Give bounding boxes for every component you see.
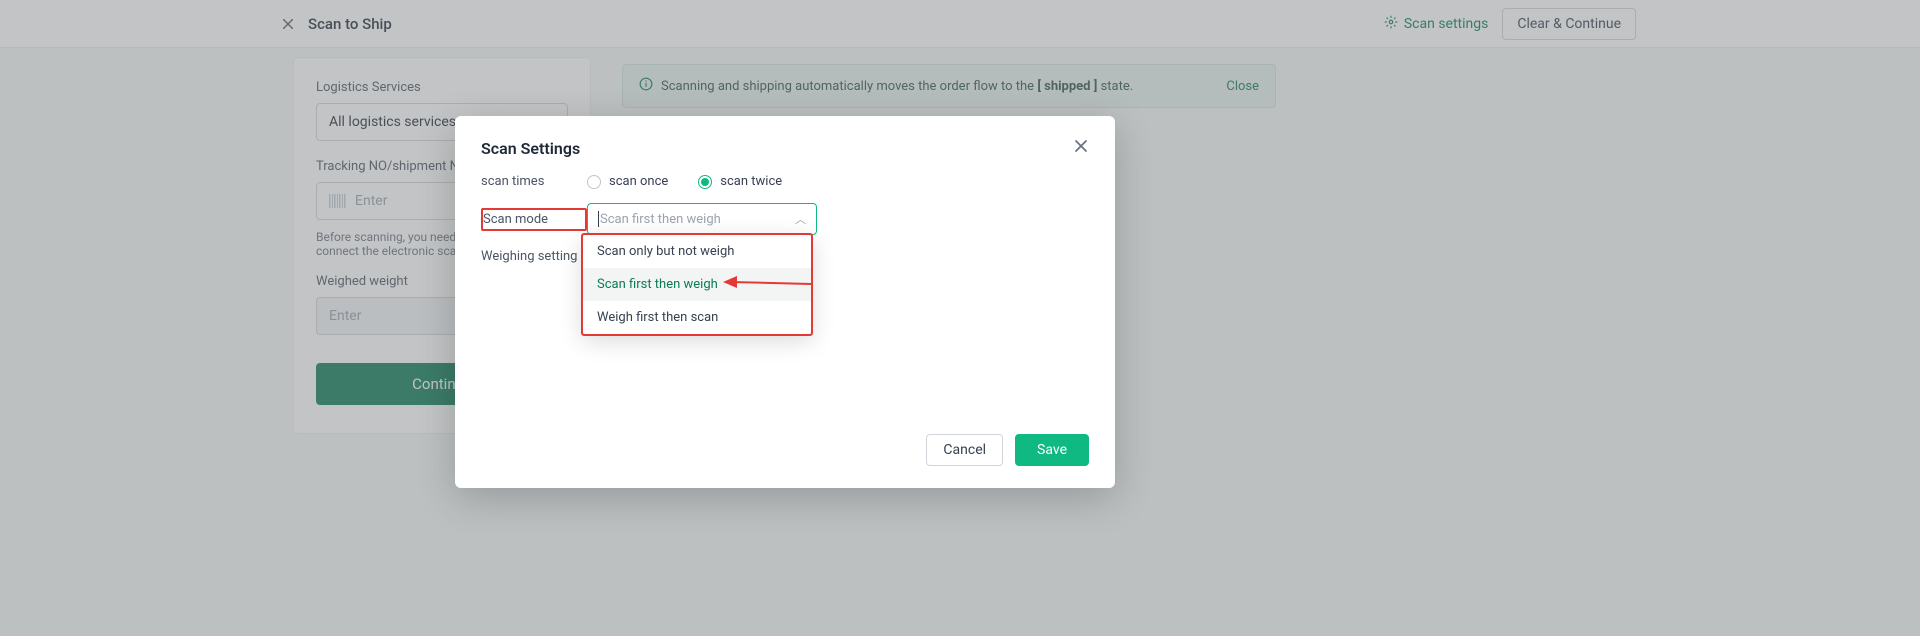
scan-twice-radio[interactable]: scan twice bbox=[698, 174, 782, 189]
scan-mode-select[interactable]: Scan first then weigh ︿ bbox=[587, 203, 817, 235]
weighing-setting-label: Weighing setting bbox=[481, 249, 587, 264]
dropdown-option-scan-only[interactable]: Scan only but not weigh bbox=[583, 235, 811, 268]
modal-title: Scan Settings bbox=[481, 139, 580, 158]
scan-mode-dropdown: Scan only but not weigh Scan first then … bbox=[582, 234, 812, 335]
dropdown-option-weigh-first[interactable]: Weigh first then scan bbox=[583, 301, 811, 334]
cancel-button[interactable]: Cancel bbox=[926, 434, 1003, 466]
text-cursor bbox=[598, 211, 599, 227]
scan-once-radio[interactable]: scan once bbox=[587, 174, 668, 189]
scan-mode-placeholder: Scan first then weigh bbox=[600, 212, 721, 227]
chevron-up-icon: ︿ bbox=[795, 211, 806, 227]
scan-times-row: scan times scan once scan twice bbox=[481, 174, 1089, 189]
scan-times-label: scan times bbox=[481, 174, 587, 189]
scan-mode-row: Scan mode Scan first then weigh ︿ bbox=[481, 203, 1089, 235]
scan-mode-label: Scan mode bbox=[481, 208, 587, 231]
save-button[interactable]: Save bbox=[1015, 434, 1089, 466]
modal-close-icon[interactable] bbox=[1073, 138, 1089, 158]
scan-settings-modal: Scan Settings scan times scan once scan … bbox=[455, 116, 1115, 488]
dropdown-option-scan-first[interactable]: Scan first then weigh bbox=[583, 268, 811, 301]
